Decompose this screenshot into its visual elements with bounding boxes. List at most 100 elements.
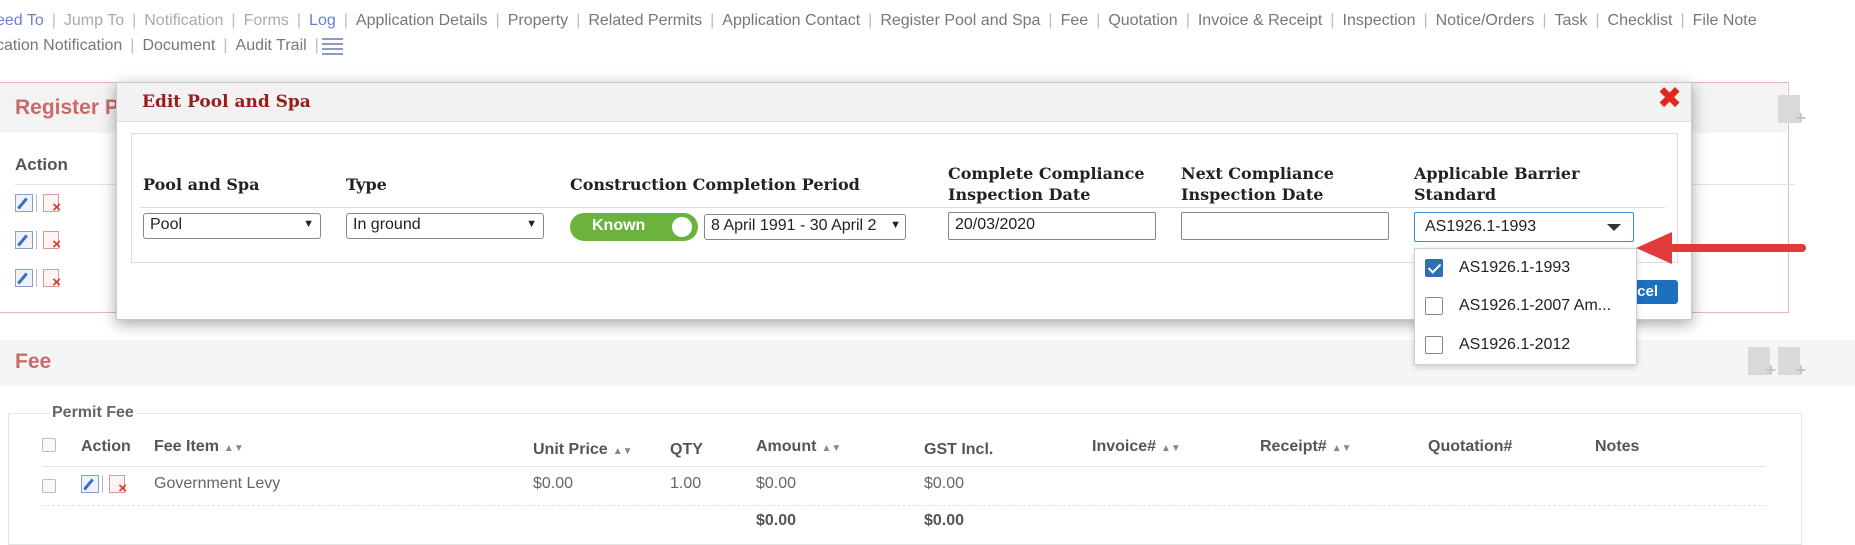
add-document-icon[interactable]	[1778, 95, 1806, 129]
barrier-standard-dropdown: AS1926.1-1993 AS1926.1-2007 Am... AS1926…	[1414, 248, 1637, 365]
period-value: 8 April 1991 - 30 April 2	[711, 217, 877, 234]
col-header-complete-compliance: Complete Compliance Inspection Date	[948, 163, 1145, 205]
caret-down-icon: ▼	[890, 219, 901, 231]
nav-link-application-contact[interactable]: Application Contact	[722, 9, 860, 33]
pool-spa-select[interactable]: Pool ▼	[143, 213, 321, 239]
edit-icon[interactable]	[15, 194, 33, 212]
header-divider	[140, 207, 1665, 208]
row-actions	[81, 475, 127, 497]
nav-link-register-pool-spa[interactable]: Register Pool and Spa	[880, 9, 1040, 33]
list-icon[interactable]	[321, 37, 343, 55]
nav-link-notice-orders[interactable]: Notice/Orders	[1436, 9, 1535, 33]
option-checkbox[interactable]	[1425, 259, 1443, 277]
nav-link-fee[interactable]: Fee	[1061, 9, 1089, 33]
divider	[36, 231, 37, 249]
sort-icon: ▲▼	[1161, 443, 1181, 454]
register-pool-title: Register P	[15, 96, 119, 119]
nav-link-related-permits[interactable]: Related Permits	[588, 9, 702, 33]
nav-separator: |	[1680, 11, 1685, 29]
nav-link-log[interactable]: Log	[309, 9, 336, 33]
fee-col-label: Receipt#	[1260, 438, 1327, 455]
fee-col-fee-item[interactable]: Fee Item ▲▼	[154, 438, 244, 456]
fee-col-invoice[interactable]: Invoice# ▲▼	[1092, 438, 1181, 456]
complete-compliance-date-input[interactable]: 20/03/2020	[948, 212, 1156, 240]
nav-separator: |	[231, 11, 236, 29]
nav-link-file-note[interactable]: File Note	[1693, 9, 1757, 33]
barrier-value: AS1926.1-1993	[1425, 218, 1537, 235]
nav-separator: |	[1185, 11, 1190, 29]
delete-icon[interactable]	[43, 269, 61, 291]
nav-link-document[interactable]: Document	[142, 34, 215, 58]
col-header-next-compliance: Next Compliance Inspection Date	[1181, 163, 1334, 205]
col-header-construction-period: Construction Completion Period	[570, 175, 860, 194]
edit-icon[interactable]	[81, 475, 99, 493]
total-gst: $0.00	[924, 512, 965, 529]
fee-col-label: Unit Price	[533, 441, 608, 458]
fee-col-unit-price[interactable]: Unit Price ▲▼	[533, 441, 632, 459]
fee-title: Fee	[15, 350, 52, 373]
col-header-barrier-standard: Applicable Barrier Standard	[1414, 163, 1580, 205]
nav-separator: |	[495, 11, 500, 29]
copy-fee-icon[interactable]	[1778, 347, 1806, 381]
nav-link-property[interactable]: Property	[508, 9, 568, 33]
nav-separator: |	[1542, 11, 1547, 29]
nav-separator: |	[1048, 11, 1053, 29]
nav-link-invoice-receipt[interactable]: Invoice & Receipt	[1198, 9, 1323, 33]
option-label: AS1926.1-1993	[1459, 259, 1571, 276]
register-row-actions	[15, 269, 61, 291]
fee-col-qty: QTY	[670, 441, 703, 458]
construction-period-select[interactable]: 8 April 1991 - 30 April 2 ▼	[704, 214, 906, 240]
fee-col-label: Fee Item	[154, 438, 219, 455]
known-toggle[interactable]: Known	[570, 213, 698, 241]
select-all-checkbox[interactable]	[42, 438, 56, 452]
add-fee-icon[interactable]	[1748, 347, 1776, 381]
type-select[interactable]: In ground ▼	[346, 213, 544, 239]
nav-link-audit-trail[interactable]: Audit Trail	[236, 34, 307, 58]
option-checkbox[interactable]	[1425, 336, 1443, 354]
barrier-option[interactable]: AS1926.1-2012	[1415, 326, 1636, 364]
delete-icon[interactable]	[109, 475, 127, 497]
nav-separator: |	[343, 11, 348, 29]
header-line: Next Compliance	[1181, 164, 1334, 183]
barrier-standard-select[interactable]: AS1926.1-1993	[1414, 212, 1634, 242]
header-line: Applicable Barrier	[1414, 164, 1580, 183]
header-line: Standard	[1414, 185, 1497, 204]
option-checkbox[interactable]	[1425, 297, 1443, 315]
annotation-arrow-icon	[1636, 232, 1806, 264]
toggle-label: Known	[592, 217, 646, 234]
fee-col-receipt[interactable]: Receipt# ▲▼	[1260, 438, 1352, 456]
edit-icon[interactable]	[15, 231, 33, 249]
divider	[36, 194, 37, 212]
modal-header: Edit Pool and Spa ✖	[117, 83, 1691, 122]
register-action-header: Action	[15, 155, 68, 174]
barrier-option[interactable]: AS1926.1-1993	[1415, 249, 1636, 287]
caret-down-icon: ▼	[303, 218, 314, 230]
barrier-option[interactable]: AS1926.1-2007 Am...	[1415, 287, 1636, 325]
next-compliance-date-input[interactable]	[1181, 212, 1389, 240]
nav-link-need-to[interactable]: eed To	[0, 9, 44, 33]
fee-col-amount[interactable]: Amount ▲▼	[756, 438, 841, 456]
nav-link-quotation[interactable]: Quotation	[1108, 9, 1177, 33]
nav-link-checklist[interactable]: Checklist	[1608, 9, 1673, 33]
nav-separator: |	[296, 11, 302, 29]
table-divider	[42, 505, 1766, 506]
row-checkbox[interactable]	[42, 479, 56, 493]
nav-link-application-notification[interactable]: cation Notification	[0, 34, 122, 58]
nav-link-application-details[interactable]: Application Details	[356, 9, 488, 33]
nav-link-notification[interactable]: Notification	[144, 9, 223, 33]
nav-separator: |	[130, 36, 135, 54]
option-label: AS1926.1-2012	[1459, 336, 1571, 353]
nav-link-forms[interactable]: Forms	[244, 9, 289, 33]
nav-link-task[interactable]: Task	[1554, 9, 1587, 33]
table-divider	[42, 466, 1766, 467]
delete-icon[interactable]	[43, 194, 61, 216]
nav-separator: |	[51, 11, 56, 29]
edit-icon[interactable]	[15, 269, 33, 287]
nav-link-inspection[interactable]: Inspection	[1343, 9, 1416, 33]
nav-link-jump-to[interactable]: Jump To	[64, 9, 124, 33]
top-nav: eed To | Jump To | Notification | Forms | Lo…	[0, 8, 1855, 58]
delete-icon[interactable]	[43, 231, 61, 253]
close-icon[interactable]: ✖	[1657, 84, 1682, 114]
unit-price-cell: $0.00	[533, 475, 574, 492]
fee-item-cell[interactable]: Government Levy	[154, 475, 280, 493]
